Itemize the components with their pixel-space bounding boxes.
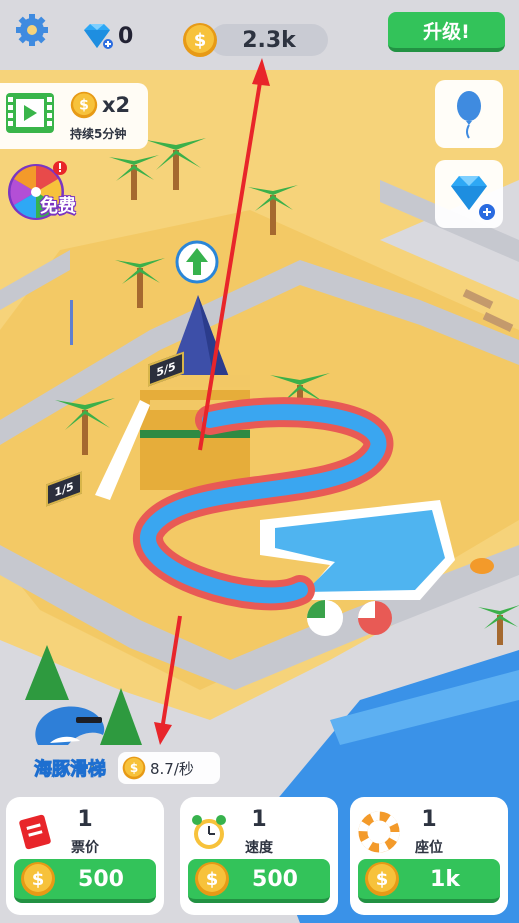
seats-card: 1 座位 $ 1k	[350, 797, 508, 915]
boost-duration: 持续5分钟	[70, 127, 127, 141]
ticket-price-cost: 500	[78, 866, 124, 892]
speed-cost: 500	[252, 866, 298, 892]
balloon-icon	[457, 91, 481, 139]
video-boost-panel[interactable]: $ x2 持续5分钟	[0, 83, 148, 149]
diamond-plus-icon	[451, 176, 495, 220]
boost-multiplier-label: x2	[102, 93, 131, 117]
dolphin-slide-logo: 海豚滑梯	[34, 706, 107, 781]
balloon-button[interactable]	[435, 80, 503, 148]
svg-text:$: $	[79, 98, 89, 114]
speed-card: 1 速度 $ 500	[180, 797, 338, 915]
gem-count: 0	[118, 23, 134, 49]
seats-cost: 1k	[430, 866, 460, 892]
income-rate: $ 8.7/秒	[118, 752, 220, 784]
upgrade-button[interactable]: 升级!	[388, 12, 505, 52]
coin-icon: $	[195, 862, 229, 896]
svg-text:海豚滑梯: 海豚滑梯	[34, 758, 106, 780]
svg-text:$: $	[130, 761, 138, 775]
seats-upgrade-button[interactable]: $ 1k	[358, 859, 500, 903]
coin-icon: $	[183, 23, 217, 57]
diamond-icon	[84, 24, 113, 49]
coin-amount: 2.3k	[210, 24, 328, 56]
gem-counter: 0	[80, 22, 133, 50]
coin-icon: $	[122, 756, 146, 780]
ticket-price-level: 1	[77, 807, 93, 832]
speed-upgrade-button[interactable]: $ 500	[188, 859, 330, 903]
svg-text:$: $	[376, 869, 389, 890]
svg-text:$: $	[206, 869, 219, 890]
svg-text:$: $	[32, 869, 45, 890]
coin-icon: $	[21, 862, 55, 896]
settings-gear-icon[interactable]	[12, 10, 52, 50]
speed-name: 速度	[245, 840, 273, 856]
ticket-price-card: 1 票价 $ 500	[6, 797, 164, 915]
speed-level: 1	[251, 807, 267, 832]
video-ad-icon	[6, 93, 54, 133]
coin-counter: $ 2.3k	[182, 22, 328, 58]
seats-name: 座位	[415, 840, 443, 856]
ticket-price-name: 票价	[71, 840, 99, 856]
svg-text:$: $	[194, 30, 207, 51]
free-spin-label[interactable]: 免费	[40, 192, 76, 218]
boost-multiplier: $ x2	[70, 91, 130, 119]
ticket-price-upgrade-button[interactable]: $ 500	[14, 859, 156, 903]
coin-icon: $	[365, 862, 399, 896]
buy-gems-button[interactable]	[435, 160, 503, 228]
income-rate-value: 8.7/秒	[150, 759, 194, 778]
coin-icon: $	[70, 91, 98, 119]
seats-level: 1	[421, 807, 437, 832]
